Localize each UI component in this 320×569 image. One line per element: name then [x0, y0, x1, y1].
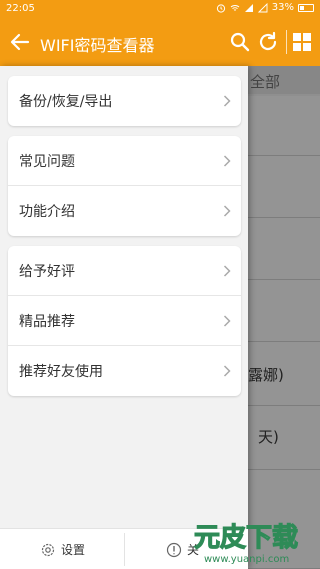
chevron-right-icon: [223, 95, 231, 107]
cell-signal-icon: [244, 3, 253, 12]
watermark-brand: 元皮下载: [194, 523, 298, 553]
list-item[interactable]: 天): [248, 406, 320, 470]
drawer-item-backup-restore-export[interactable]: 备份/恢复/导出: [8, 76, 241, 126]
refresh-icon[interactable]: [256, 30, 280, 54]
drawer-group-backup: 备份/恢复/导出: [8, 76, 241, 126]
chevron-right-icon: [223, 365, 231, 377]
chevron-right-icon: [223, 155, 231, 167]
info-icon: [166, 542, 182, 557]
app-title: WIFI密码查看器: [40, 36, 155, 55]
battery-percent: 33%: [271, 2, 294, 13]
drawer-item-label: 常见问题: [19, 154, 75, 170]
list-item[interactable]: [248, 218, 320, 280]
site-watermark: 元皮下载 www.yuanpi.com: [193, 522, 298, 565]
back-arrow-icon[interactable]: [8, 30, 32, 54]
list-item-fragment: 露娜): [248, 366, 284, 384]
chevron-right-icon: [223, 265, 231, 277]
cell-signal-2-icon: [257, 2, 268, 12]
list-item[interactable]: [248, 156, 320, 218]
chevron-right-icon: [223, 315, 231, 327]
status-icons: 33%: [216, 2, 314, 13]
appbar-divider: [286, 30, 287, 54]
drawer-item-share-with-friends[interactable]: 推荐好友使用: [8, 346, 241, 396]
navigation-drawer: 备份/恢复/导出 常见问题 功能介绍 给予好评 精品推荐 推荐好友使用 设置 关: [0, 66, 248, 569]
drawer-item-label: 备份/恢复/导出: [19, 94, 113, 110]
list-item[interactable]: [248, 280, 320, 342]
watermark-url: www.yuanpi.com: [204, 554, 289, 565]
app-bar: WIFI密码查看器: [0, 18, 320, 66]
drawer-item-rate[interactable]: 给予好评: [8, 246, 241, 296]
drawer-item-label: 推荐好友使用: [19, 364, 103, 380]
drawer-item-recommended-apps[interactable]: 精品推荐: [8, 296, 241, 346]
wifi-signal-icon: [230, 4, 240, 11]
status-time: 22:05: [6, 3, 35, 14]
tab-all-label: 全部: [250, 73, 281, 91]
alarm-icon: [216, 3, 225, 13]
tab-all[interactable]: 全部: [248, 66, 320, 94]
gear-icon: [41, 543, 55, 556]
drawer-group-help: 常见问题 功能介绍: [8, 136, 241, 236]
list-item-fragment: 天): [258, 428, 279, 446]
list-item[interactable]: 露娜): [248, 342, 320, 406]
settings-button[interactable]: 设置: [40, 529, 85, 569]
list-item[interactable]: [248, 96, 320, 156]
drawer-group-share: 给予好评 精品推荐 推荐好友使用: [8, 246, 241, 396]
drawer-item-faq[interactable]: 常见问题: [8, 136, 241, 186]
footer-divider: [124, 533, 125, 566]
settings-label: 设置: [61, 543, 86, 557]
drawer-item-label: 给予好评: [19, 264, 75, 280]
background-list: 全部 露娜) 天): [248, 66, 320, 569]
status-bar: 22:05 33%: [0, 0, 320, 18]
grid-icon[interactable]: [290, 30, 314, 54]
drawer-item-label: 精品推荐: [19, 314, 75, 330]
search-icon[interactable]: [228, 30, 252, 54]
battery-icon: [298, 3, 314, 12]
chevron-right-icon: [223, 205, 231, 217]
drawer-item-label: 功能介绍: [19, 204, 75, 220]
drawer-item-features[interactable]: 功能介绍: [8, 186, 241, 236]
